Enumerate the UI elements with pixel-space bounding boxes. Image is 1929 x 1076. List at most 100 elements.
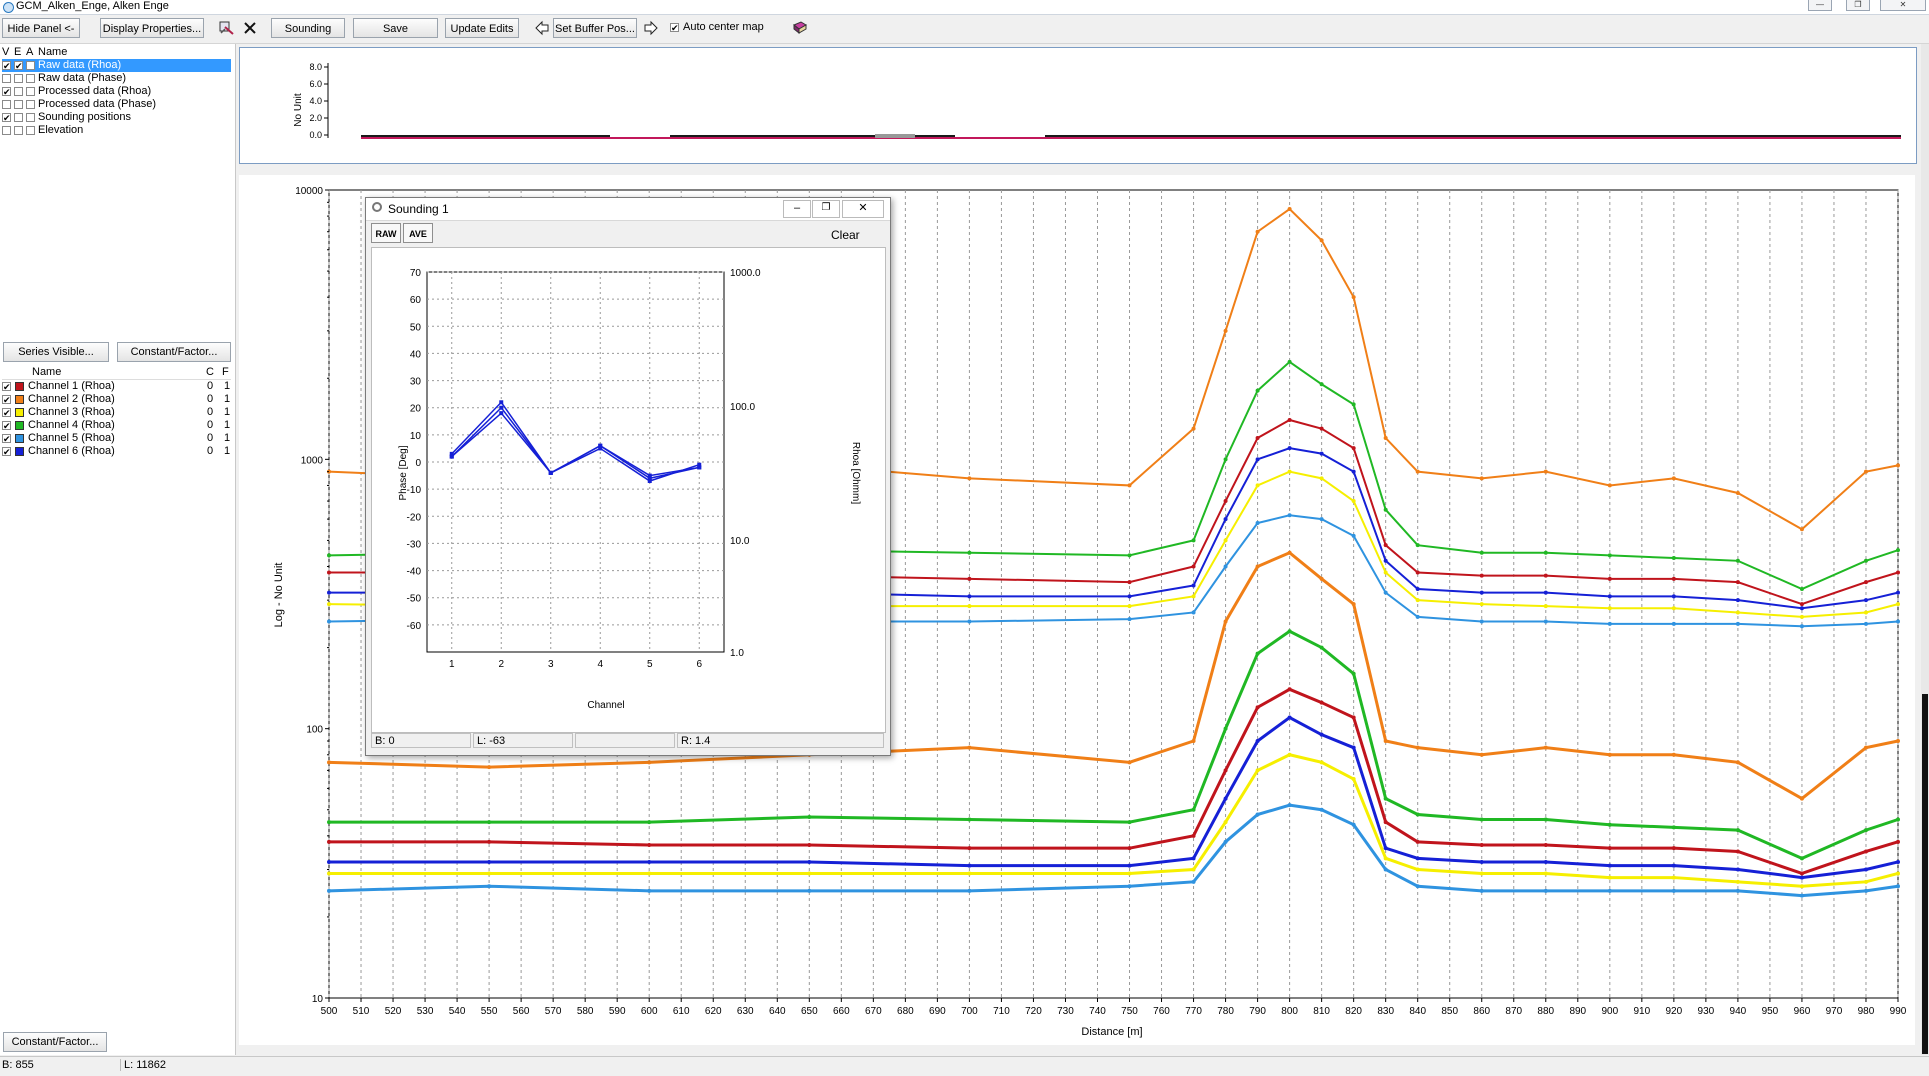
channel-visible-checkbox[interactable]: ✔	[2, 446, 11, 456]
main-data-point	[1383, 436, 1388, 441]
constant-factor-button[interactable]: Constant/Factor...	[117, 342, 231, 362]
layer-a-checkbox[interactable]	[26, 86, 35, 96]
main-data-point	[1383, 590, 1388, 595]
main-data-point	[1415, 570, 1420, 575]
channel-color-swatch[interactable]	[15, 381, 24, 391]
main-data-point	[1671, 875, 1676, 880]
display-properties-button[interactable]: Display Properties...	[100, 18, 204, 38]
sounding-y2tick-label: 1.0	[730, 648, 744, 659]
layer-v-checkbox[interactable]	[2, 125, 11, 135]
layer-v-checkbox[interactable]: ✔	[2, 60, 11, 70]
main-data-point	[1671, 888, 1676, 893]
main-data-point	[1127, 604, 1132, 609]
main-data-point	[1319, 732, 1324, 737]
channel-row[interactable]: ✔ Channel 2 (Rhoa) 0 1	[2, 393, 231, 406]
clear-button[interactable]: Clear	[831, 228, 860, 242]
auto-center-map-toggle[interactable]: ✔ Auto center map	[670, 21, 764, 33]
main-xtick-label: 690	[929, 1006, 946, 1017]
auto-center-map-checkbox[interactable]: ✔	[670, 22, 679, 32]
main-data-point	[1479, 871, 1484, 876]
layer-a-checkbox[interactable]	[26, 99, 35, 109]
window-titlebar: GCM_Alken_Enge, Alken Enge — ❐ ✕	[0, 0, 1929, 15]
layer-v-checkbox[interactable]: ✔	[2, 86, 11, 96]
channel-row[interactable]: ✔ Channel 5 (Rhoa) 0 1	[2, 432, 231, 445]
sounding-window-titlebar[interactable]: Sounding 1 – ❐ ✕	[366, 198, 890, 221]
layer-e-checkbox[interactable]	[14, 125, 23, 135]
sounding-plot-frame	[426, 271, 725, 653]
main-xtick-label: 520	[385, 1006, 402, 1017]
maximize-button[interactable]: ❐	[1846, 0, 1870, 11]
layer-a-checkbox[interactable]	[26, 60, 35, 70]
scrollbar-thumb[interactable]	[1922, 694, 1928, 1054]
sounding-minimize-button[interactable]: –	[783, 200, 811, 218]
layer-v-checkbox[interactable]	[2, 73, 11, 83]
close-window-button[interactable]: ✕	[1880, 0, 1926, 11]
channel-color-swatch[interactable]	[15, 420, 24, 430]
channel-color-swatch[interactable]	[15, 433, 24, 443]
series-visible-button[interactable]: Series Visible...	[3, 342, 109, 362]
main-data-point	[967, 817, 972, 822]
main-data-point	[1607, 553, 1612, 558]
book-icon[interactable]	[791, 19, 809, 37]
layer-row[interactable]: Elevation	[2, 124, 83, 137]
layer-e-checkbox[interactable]	[14, 99, 23, 109]
channel-color-swatch[interactable]	[15, 446, 24, 456]
main-data-point	[1287, 469, 1292, 474]
sounding-button[interactable]: Sounding	[271, 18, 345, 38]
channel-row[interactable]: ✔ Channel 1 (Rhoa) 0 1	[2, 380, 231, 393]
channel-row[interactable]: ✔ Channel 3 (Rhoa) 0 1	[2, 406, 231, 419]
constant-factor-bottom-button[interactable]: Constant/Factor...	[3, 1032, 107, 1052]
minimize-button[interactable]: —	[1808, 0, 1832, 11]
layer-a-checkbox[interactable]	[26, 73, 35, 83]
main-data-point	[1287, 803, 1292, 808]
sounding-maximize-button[interactable]: ❐	[812, 200, 840, 218]
channels-header-f: F	[222, 366, 229, 378]
delete-icon[interactable]	[241, 19, 259, 37]
layer-e-checkbox[interactable]	[14, 86, 23, 96]
main-data-point	[1607, 621, 1612, 626]
layer-a-checkbox[interactable]	[26, 125, 35, 135]
hide-panel-button[interactable]: Hide Panel <-	[2, 18, 80, 38]
main-xtick-label: 870	[1505, 1006, 1522, 1017]
update-edits-button[interactable]: Update Edits	[445, 18, 519, 38]
sounding-window[interactable]: Sounding 1 – ❐ ✕ RAW AVE Clear 1 2 3 4 5 6 70 6…	[365, 197, 891, 756]
main-data-point	[647, 820, 652, 825]
layer-e-checkbox[interactable]: ✔	[14, 60, 23, 70]
layer-e-checkbox[interactable]	[14, 112, 23, 122]
main-xtick-label: 770	[1185, 1006, 1202, 1017]
channel-visible-checkbox[interactable]: ✔	[2, 381, 11, 391]
main-data-point	[1607, 483, 1612, 488]
save-button[interactable]: Save	[353, 18, 438, 38]
channel-row[interactable]: ✔ Channel 6 (Rhoa) 0 1	[2, 445, 231, 458]
layer-e-checkbox[interactable]	[14, 73, 23, 83]
layer-row[interactable]: ✔ Processed data (Rhoa)	[2, 85, 151, 98]
arrow-left-icon[interactable]	[533, 19, 551, 37]
layer-row[interactable]: Processed data (Phase)	[2, 98, 156, 111]
channel-name: Channel 4 (Rhoa)	[28, 419, 115, 431]
sounding-close-button[interactable]: ✕	[842, 200, 884, 218]
channel-color-swatch[interactable]	[15, 394, 24, 404]
channel-color-swatch[interactable]	[15, 407, 24, 417]
layer-row[interactable]: ✔ Sounding positions	[2, 111, 131, 124]
edit-tool-icon[interactable]	[217, 19, 235, 37]
main-data-point	[1351, 533, 1356, 538]
vertical-scrollbar[interactable]	[1921, 44, 1929, 1055]
tab-raw[interactable]: RAW	[371, 223, 401, 243]
channel-row[interactable]: ✔ Channel 4 (Rhoa) 0 1	[2, 419, 231, 432]
tab-ave[interactable]: AVE	[403, 223, 433, 243]
main-data-point	[1255, 436, 1260, 441]
channel-visible-checkbox[interactable]: ✔	[2, 433, 11, 443]
main-data-point	[1191, 610, 1196, 615]
layer-row[interactable]: ✔ ✔ Raw data (Rhoa)	[2, 59, 231, 72]
layer-v-checkbox[interactable]	[2, 99, 11, 109]
main-data-point	[1799, 602, 1804, 607]
layer-v-checkbox[interactable]: ✔	[2, 112, 11, 122]
set-buffer-pos-button[interactable]: Set Buffer Pos...	[553, 18, 637, 38]
arrow-right-icon[interactable]	[642, 19, 660, 37]
channel-visible-checkbox[interactable]: ✔	[2, 407, 11, 417]
channel-visible-checkbox[interactable]: ✔	[2, 394, 11, 404]
main-xlabel: Distance [m]	[1081, 1026, 1142, 1038]
channel-visible-checkbox[interactable]: ✔	[2, 420, 11, 430]
layer-a-checkbox[interactable]	[26, 112, 35, 122]
layer-row[interactable]: Raw data (Phase)	[2, 72, 126, 85]
